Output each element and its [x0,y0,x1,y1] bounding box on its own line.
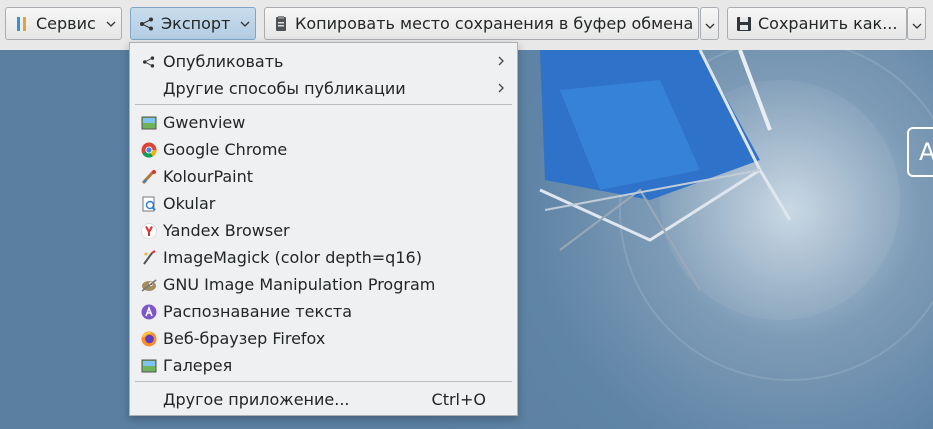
menu-item-gwenview[interactable]: Gwenview [131,109,516,136]
gallery-icon [139,356,159,376]
menu-item-label: Галерея [163,356,233,375]
floppy-icon [733,16,755,32]
menu-item-okular[interactable]: Okular [131,190,516,217]
menu-item-label: ImageMagick (color depth=q16) [163,248,422,267]
menu-item-label: Другое приложение... [163,390,350,409]
menu-item-google-chrome[interactable]: Google Chrome [131,136,516,163]
export-label: Экспорт [161,14,231,33]
menu-item-shortcut: Ctrl+O [431,390,486,409]
chevron-right-icon [498,54,504,70]
menu-item-gallery[interactable]: Галерея [131,352,516,379]
partial-widget: A [907,127,933,177]
service-button[interactable]: Сервис [5,7,122,40]
menu-item-label: Gwenview [163,113,246,132]
copy-location-label: Копировать место сохранения в буфер обме… [295,14,694,33]
share-icon [136,17,158,31]
service-label: Сервис [36,14,96,33]
menu-item-label: GNU Image Manipulation Program [163,275,436,294]
menu-separator [135,381,512,382]
export-menu: Опубликовать Другие способы публикации G… [129,42,518,416]
chevron-down-icon [101,8,121,39]
menu-item-label: Google Chrome [163,140,288,159]
copy-location-dropdown[interactable] [700,7,719,40]
menu-item-firefox[interactable]: Веб-браузер Firefox [131,325,516,352]
menu-item-other-app[interactable]: Другое приложение... Ctrl+O [131,386,516,413]
menu-item-label: Распознавание текста [163,302,353,321]
menu-item-label: KolourPaint [163,167,254,186]
save-as-dropdown[interactable] [907,7,926,40]
menu-item-label: Опубликовать [163,52,284,71]
partial-widget-text: A [919,138,933,166]
menu-item-publish[interactable]: Опубликовать [131,48,516,75]
menu-item-label: Okular [163,194,216,213]
clipboard-icon [270,15,292,33]
menu-separator [135,104,512,105]
gimp-icon [139,275,159,295]
save-as-label: Сохранить как... [758,14,898,33]
menu-item-other-publish[interactable]: Другие способы публикации [131,75,516,102]
menu-item-yandex-browser[interactable]: Yandex Browser [131,217,516,244]
menu-item-label: Веб-браузер Firefox [163,329,326,348]
save-as-button[interactable]: Сохранить как... [727,7,907,40]
chrome-icon [139,140,159,160]
chevron-right-icon [498,81,504,97]
imagemagick-icon [139,248,159,268]
menu-item-ocr[interactable]: Распознавание текста [131,298,516,325]
menu-item-label: Yandex Browser [163,221,290,240]
gwenview-icon [139,113,159,133]
firefox-icon [139,329,159,349]
chevron-down-icon [912,14,922,33]
ocr-icon [139,302,159,322]
yandex-icon [139,221,159,241]
menu-item-label: Другие способы публикации [163,79,406,98]
menu-item-kolourpaint[interactable]: KolourPaint [131,163,516,190]
copy-location-button[interactable]: Копировать место сохранения в буфер обме… [264,7,699,40]
share-icon [139,52,159,72]
kolourpaint-icon [139,167,159,187]
okular-icon [139,194,159,214]
chevron-down-icon [705,14,715,33]
chevron-down-icon [235,8,255,39]
menu-item-gimp[interactable]: GNU Image Manipulation Program [131,271,516,298]
tools-icon [11,15,33,33]
menu-item-imagemagick[interactable]: ImageMagick (color depth=q16) [131,244,516,271]
export-button[interactable]: Экспорт [130,7,256,40]
